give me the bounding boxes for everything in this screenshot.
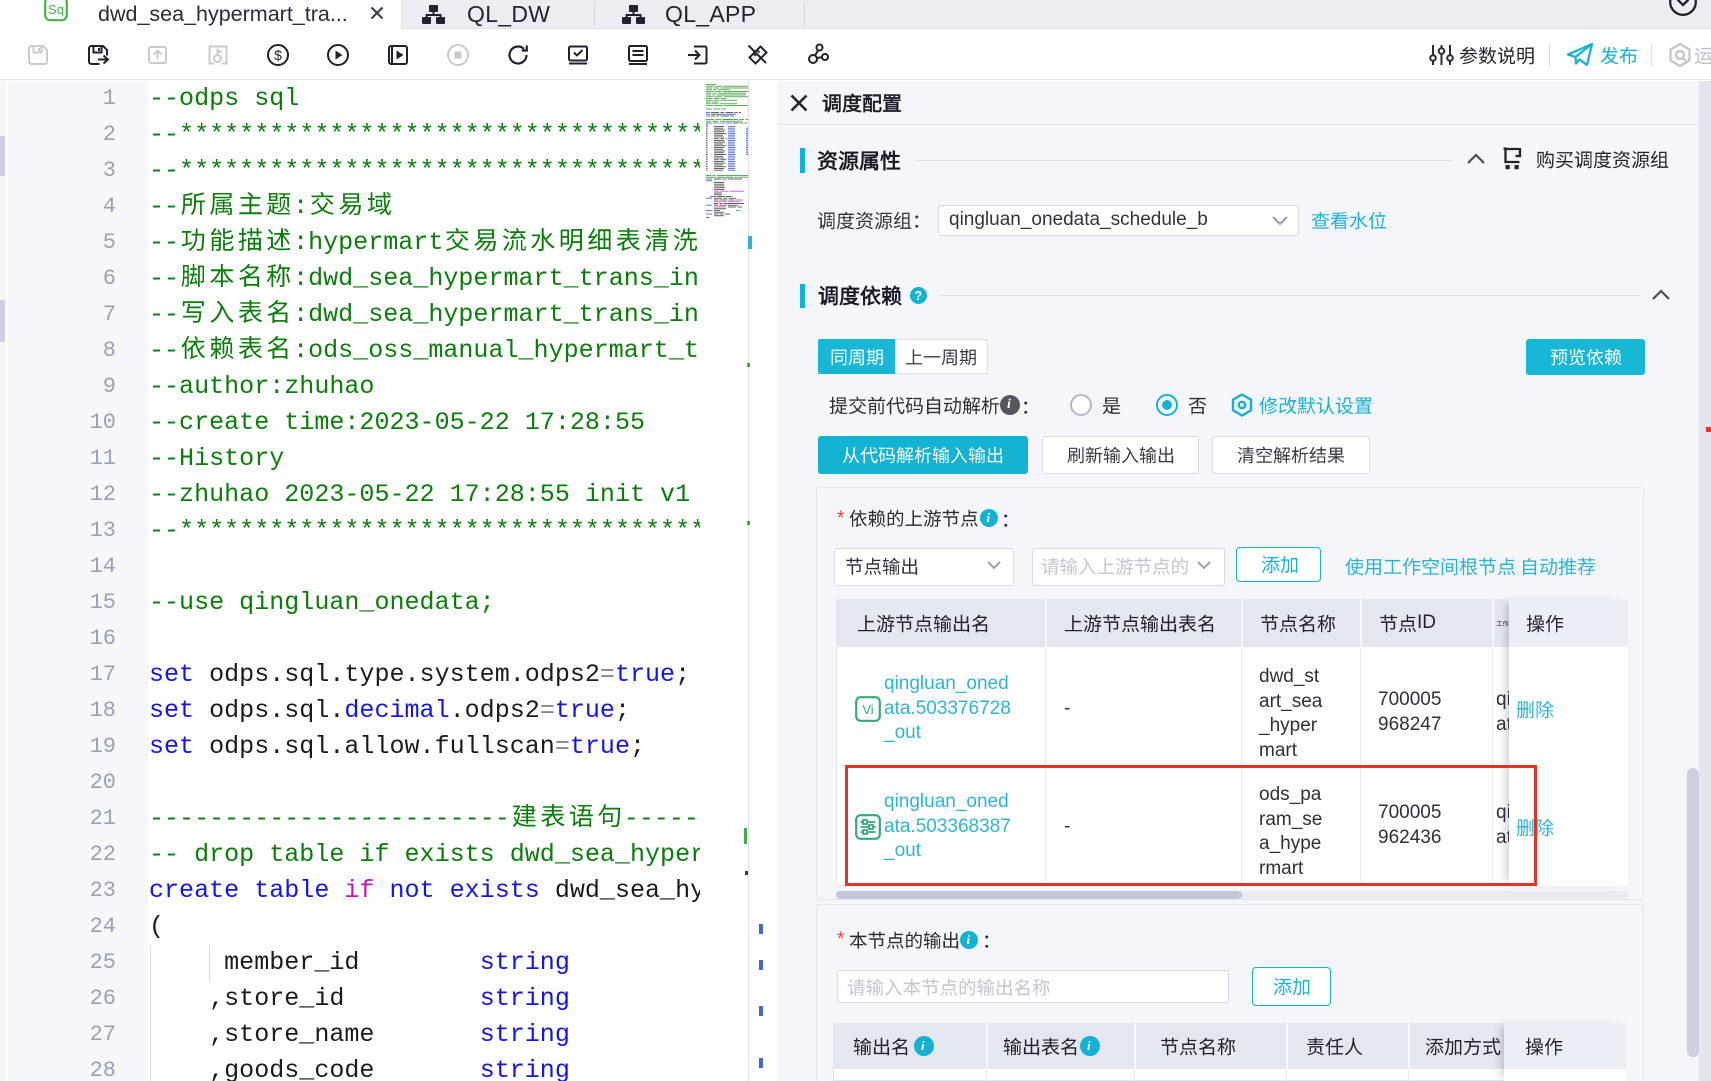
svg-text:Vi: Vi xyxy=(862,702,873,717)
